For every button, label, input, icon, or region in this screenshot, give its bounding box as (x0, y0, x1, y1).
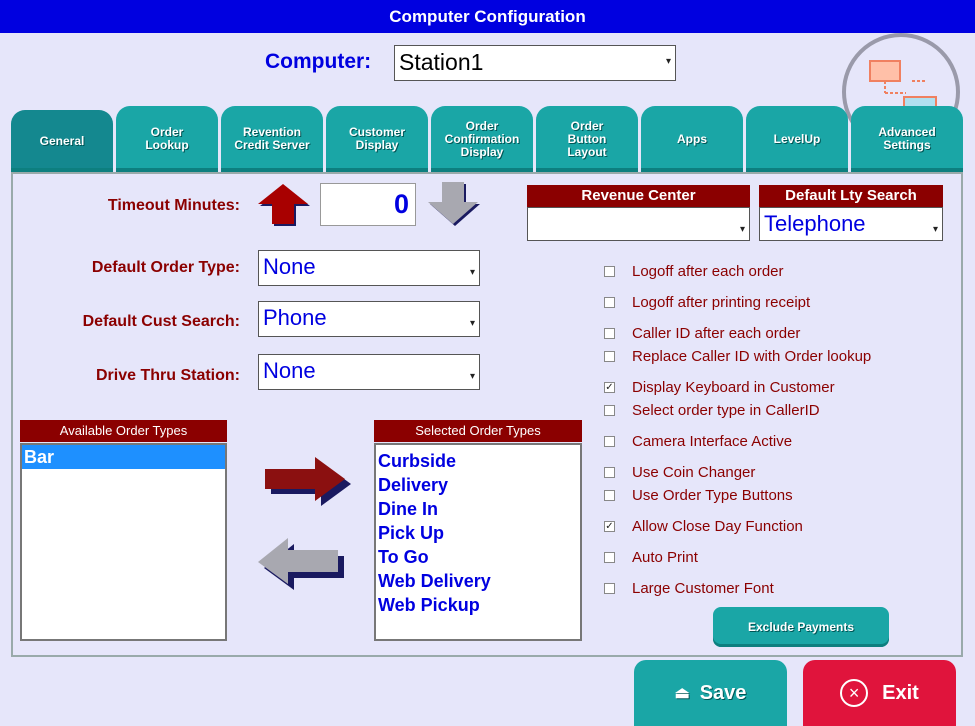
option-camera-interface[interactable]: Camera Interface Active (604, 430, 792, 452)
checkbox[interactable] (604, 327, 615, 339)
list-item[interactable]: Bar (22, 445, 225, 469)
tab-revention-credit-server[interactable]: Revention Credit Server (221, 106, 323, 172)
default-cust-search-select[interactable]: Phone ▾ (258, 301, 480, 337)
decrease-arrow-icon[interactable] (428, 182, 482, 228)
tab-customer-display[interactable]: Customer Display (326, 106, 428, 172)
remove-arrow-icon[interactable] (258, 538, 346, 590)
option-select-order-type-callerid[interactable]: Select order type in CallerID (604, 399, 820, 421)
checkbox[interactable] (604, 466, 615, 478)
computer-select-value: Station1 (399, 49, 484, 75)
close-icon: × (840, 679, 869, 707)
default-order-type-select[interactable]: None ▾ (258, 250, 480, 286)
window-title: Computer Configuration (0, 0, 975, 33)
default-cust-search-label: Default Cust Search: (82, 313, 240, 330)
tab-order-confirmation-display[interactable]: Order Confirmation Display (431, 106, 533, 172)
checkbox[interactable] (604, 404, 615, 416)
chevron-down-icon: ▾ (469, 267, 475, 278)
available-order-types-header: Available Order Types (20, 420, 227, 442)
checkbox[interactable] (604, 551, 615, 563)
timeout-label: Timeout Minutes: (107, 197, 240, 214)
save-icon: ⏏ (674, 685, 690, 702)
checkbox[interactable] (604, 265, 615, 277)
chevron-down-icon: ▾ (932, 224, 938, 235)
chevron-down-icon: ▾ (665, 56, 671, 67)
default-lty-search-header: Default Lty Search (759, 185, 943, 207)
tab-apps[interactable]: Apps (641, 106, 743, 172)
checkbox[interactable] (604, 489, 615, 501)
option-auto-print[interactable]: Auto Print (604, 546, 698, 568)
checkbox[interactable] (604, 435, 615, 447)
tab-advanced-settings[interactable]: Advanced Settings (851, 106, 963, 172)
checkbox-checked[interactable]: ✓ (604, 381, 615, 393)
computer-label: Computer: (265, 50, 372, 73)
selected-order-types-header: Selected Order Types (374, 420, 582, 442)
option-allow-close-day[interactable]: ✓ Allow Close Day Function (604, 515, 803, 537)
checkbox[interactable] (604, 582, 615, 594)
tab-order-lookup[interactable]: Order Lookup (116, 106, 218, 172)
list-item[interactable]: Delivery (376, 473, 580, 497)
drive-thru-station-label: Drive Thru Station: (95, 367, 240, 384)
chevron-down-icon: ▾ (469, 371, 475, 382)
computer-select[interactable]: Station1 ▾ (394, 45, 676, 81)
exclude-payments-button[interactable]: Exclude Payments (713, 607, 889, 647)
checkbox[interactable] (604, 350, 615, 362)
selected-order-types-list[interactable]: Curbside Delivery Dine In Pick Up To Go … (374, 443, 582, 641)
add-arrow-icon[interactable] (265, 456, 353, 506)
option-replace-caller-id[interactable]: Replace Caller ID with Order lookup (604, 345, 871, 367)
option-logoff-after-receipt[interactable]: Logoff after printing receipt (604, 291, 810, 313)
chevron-down-icon: ▾ (739, 224, 745, 235)
list-item[interactable]: Dine In (376, 497, 580, 521)
save-button[interactable]: ⏏ Save (634, 660, 787, 726)
increase-arrow-icon[interactable] (258, 182, 312, 228)
list-item[interactable]: To Go (376, 545, 580, 569)
checkbox[interactable] (604, 296, 615, 308)
drive-thru-station-select[interactable]: None ▾ (258, 354, 480, 390)
list-item[interactable]: Web Delivery (376, 569, 580, 593)
option-use-order-type-buttons[interactable]: Use Order Type Buttons (604, 484, 793, 506)
option-use-coin-changer[interactable]: Use Coin Changer (604, 461, 755, 483)
available-order-types-list[interactable]: Bar (20, 443, 227, 641)
list-item[interactable]: Web Pickup (376, 593, 580, 617)
default-order-type-label: Default Order Type: (91, 259, 240, 276)
option-display-keyboard[interactable]: ✓ Display Keyboard in Customer (604, 376, 835, 398)
list-item[interactable]: Curbside (376, 449, 580, 473)
option-caller-id-after-order[interactable]: Caller ID after each order (604, 322, 800, 344)
default-lty-search-select[interactable]: Telephone ▾ (759, 207, 943, 241)
revenue-center-select[interactable]: ▾ (527, 207, 750, 241)
list-item[interactable]: Pick Up (376, 521, 580, 545)
tab-levelup[interactable]: LevelUp (746, 106, 848, 172)
chevron-down-icon: ▾ (469, 318, 475, 329)
timeout-input[interactable]: 0 (320, 183, 416, 226)
tab-order-button-layout[interactable]: Order Button Layout (536, 106, 638, 172)
tab-general[interactable]: General (11, 110, 113, 172)
exit-button[interactable]: × Exit (803, 660, 956, 726)
option-large-customer-font[interactable]: Large Customer Font (604, 577, 774, 599)
revenue-center-header: Revenue Center (527, 185, 750, 207)
option-logoff-after-order[interactable]: Logoff after each order (604, 260, 784, 282)
checkbox-checked[interactable]: ✓ (604, 520, 615, 532)
